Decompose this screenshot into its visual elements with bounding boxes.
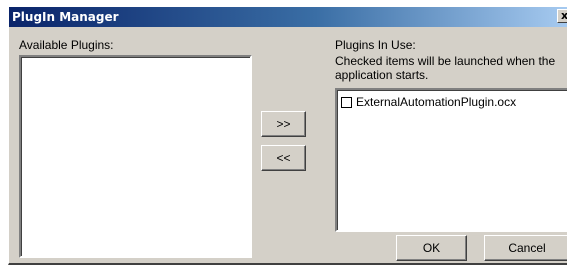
plugins-in-use-list[interactable]: ExternalAutomationPlugin.ocx xyxy=(335,88,567,232)
list-item[interactable]: ExternalAutomationPlugin.ocx xyxy=(341,94,516,110)
remove-plugin-button[interactable]: << xyxy=(261,145,306,171)
plugin-checkbox[interactable] xyxy=(341,96,352,108)
available-plugins-label: Available Plugins: xyxy=(19,38,114,52)
plugins-in-use-label: Plugins In Use: xyxy=(335,38,416,52)
plugins-in-use-note: Checked items will be launched when the … xyxy=(335,54,556,82)
close-button[interactable]: x xyxy=(557,9,567,23)
cancel-button[interactable]: Cancel xyxy=(484,235,567,261)
window-title: PlugIn Manager xyxy=(12,10,119,24)
title-bar[interactable]: PlugIn Manager x xyxy=(9,7,567,27)
add-plugin-button[interactable]: >> xyxy=(261,111,306,137)
ok-button[interactable]: OK xyxy=(396,235,467,261)
plugin-manager-dialog: PlugIn Manager x Available Plugins: >> <… xyxy=(8,6,567,265)
plugin-item-label: ExternalAutomationPlugin.ocx xyxy=(356,95,517,109)
available-plugins-list[interactable] xyxy=(19,55,252,258)
